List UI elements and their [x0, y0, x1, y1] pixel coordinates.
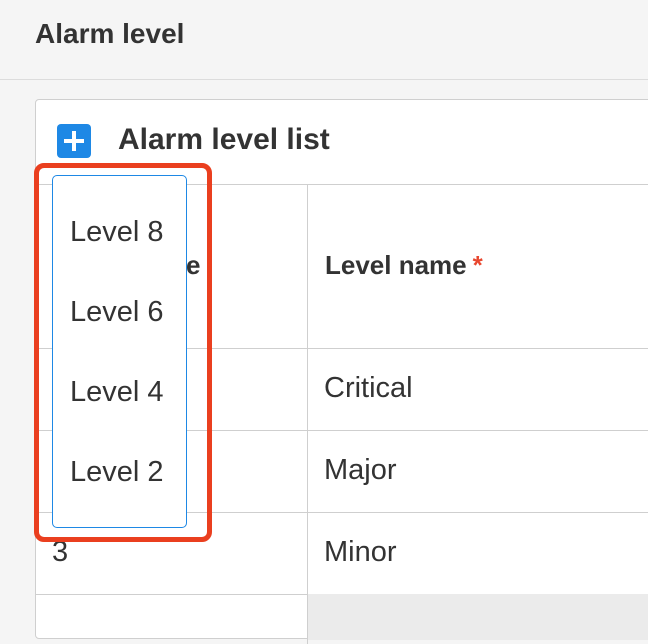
table-cell-level-name[interactable]: Minor	[324, 536, 397, 569]
table-cell-level-name[interactable]: Major	[324, 454, 397, 487]
dropdown-option[interactable]: Level 8	[70, 216, 164, 249]
column-divider	[307, 184, 308, 644]
page-title: Alarm level	[35, 18, 185, 49]
column-header-level-name[interactable]: Level name *	[325, 250, 483, 281]
dropdown-option[interactable]: Level 6	[70, 296, 164, 329]
dropdown-option[interactable]: Level 4	[70, 376, 164, 409]
column-header-label: Level name	[325, 250, 467, 280]
page-header: Alarm level	[0, 0, 648, 80]
level-dropdown[interactable]: Level 8 Level 6 Level 4 Level 2	[52, 175, 187, 528]
required-mark: *	[472, 250, 483, 280]
dropdown-option[interactable]: Level 2	[70, 456, 164, 489]
panel-title: Alarm level list	[118, 123, 330, 156]
table-cell-level-name[interactable]: Critical	[324, 372, 413, 405]
table-cell-empty	[308, 594, 648, 640]
add-button[interactable]	[57, 124, 91, 158]
